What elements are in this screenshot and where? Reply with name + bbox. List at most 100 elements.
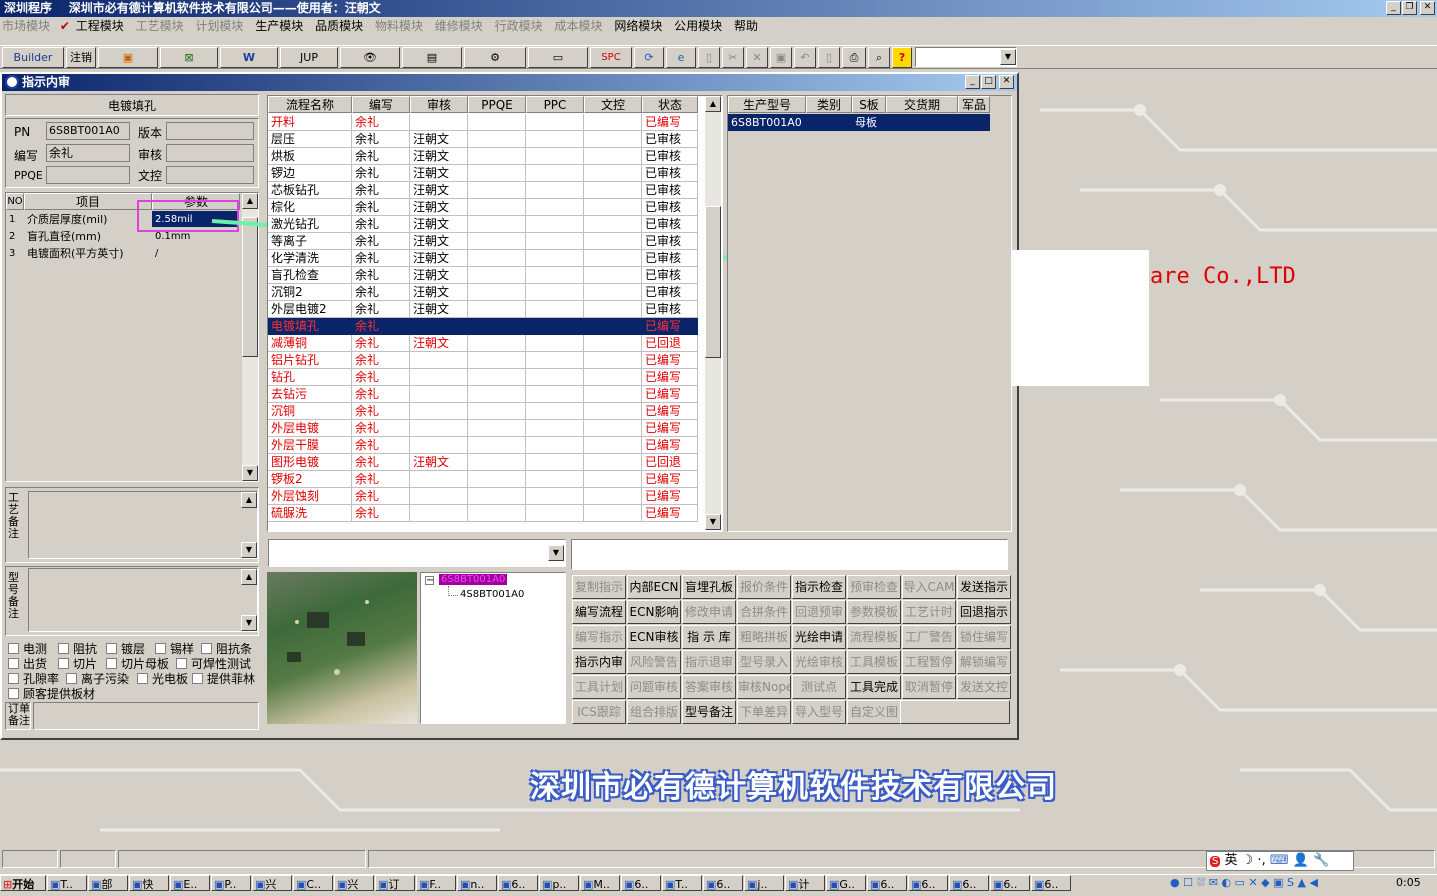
- model-header-4[interactable]: 军品: [958, 96, 990, 113]
- action-button[interactable]: 型号录入: [737, 650, 791, 674]
- new-icon[interactable]: ▯: [698, 47, 720, 68]
- flow-row[interactable]: 棕化 余礼 汪朝文 已审核: [268, 199, 698, 216]
- taskbar-item[interactable]: ▣P..: [211, 875, 251, 891]
- undo-icon[interactable]: ↶: [794, 47, 816, 68]
- model-header-3[interactable]: 交货期: [886, 96, 958, 113]
- command-input[interactable]: [571, 539, 1008, 570]
- taskbar-item[interactable]: ▣G..: [826, 875, 866, 891]
- taskbar-item[interactable]: ▣部: [88, 875, 128, 891]
- version-field[interactable]: [166, 122, 254, 140]
- print-icon[interactable]: ⎙: [842, 47, 866, 68]
- checkbox-box[interactable]: [192, 673, 203, 684]
- save-icon[interactable]: ▣: [770, 47, 792, 68]
- taskbar-item[interactable]: ▣M..: [580, 875, 620, 891]
- taskbar-item[interactable]: ▣p..: [539, 875, 579, 891]
- checkbox-box[interactable]: [66, 673, 77, 684]
- action-button[interactable]: 指 示 库: [682, 625, 736, 649]
- menu-admin[interactable]: 行政模块: [495, 19, 543, 33]
- docreview-field[interactable]: [166, 166, 254, 184]
- flow-row[interactable]: 铝片钻孔 余礼 已编写: [268, 352, 698, 369]
- tree-collapse-icon[interactable]: −: [425, 576, 434, 586]
- menu-quality[interactable]: 品质模块: [315, 19, 363, 33]
- flow-row[interactable]: 等离子 余礼 汪朝文 已审核: [268, 233, 698, 250]
- flow-row[interactable]: 开料 余礼 已编写: [268, 114, 698, 131]
- action-button[interactable]: 光绘审核: [792, 650, 846, 674]
- action-button[interactable]: 审核Nope: [737, 675, 791, 699]
- taskbar-item[interactable]: ▣T..: [662, 875, 702, 891]
- model-cell[interactable]: [958, 114, 990, 131]
- toolbar-select[interactable]: ▼: [915, 47, 1017, 67]
- ie-icon[interactable]: e: [666, 47, 696, 68]
- action-button[interactable]: 工具计划: [572, 675, 626, 699]
- action-button[interactable]: 参数模板: [847, 600, 901, 624]
- model-header-2[interactable]: S板: [852, 96, 886, 113]
- flow-header-0[interactable]: 流程名称: [268, 96, 352, 113]
- checkbox-box[interactable]: [8, 673, 19, 684]
- taskbar-item[interactable]: ▣T..: [47, 875, 87, 891]
- child-restore-button[interactable]: □: [981, 75, 996, 89]
- minimize-button[interactable]: _: [1386, 1, 1401, 15]
- checkbox-12[interactable]: 提供菲林: [192, 670, 255, 687]
- action-button[interactable]: 复制指示: [572, 575, 626, 599]
- flow-scrollbar[interactable]: ▲ ▼: [705, 96, 721, 530]
- action-button[interactable]: 编写指示: [572, 625, 626, 649]
- database-icon[interactable]: ▤: [402, 47, 462, 68]
- action-button[interactable]: 下单差异: [737, 700, 791, 724]
- flow-row[interactable]: 锣边 余礼 汪朝文 已审核: [268, 165, 698, 182]
- order-remarks-field[interactable]: [33, 702, 259, 730]
- taskbar-item[interactable]: ▣6..: [867, 875, 907, 891]
- menu-engineering[interactable]: 工程模块: [76, 19, 124, 33]
- model-header-0[interactable]: 生产型号: [728, 96, 806, 113]
- checkbox-box[interactable]: [8, 658, 19, 669]
- builder-button[interactable]: Builder: [2, 47, 64, 68]
- child-close-button[interactable]: ✕: [999, 75, 1014, 89]
- action-button[interactable]: 工艺计时: [902, 600, 956, 624]
- action-button[interactable]: 粗略拼板: [737, 625, 791, 649]
- action-button[interactable]: 答案审核: [682, 675, 736, 699]
- flow-row[interactable]: 烘板 余礼 汪朝文 已审核: [268, 148, 698, 165]
- flow-row[interactable]: 减薄铜 余礼 汪朝文 已回退: [268, 335, 698, 352]
- jup-button[interactable]: JUP: [280, 47, 338, 68]
- flow-row[interactable]: 钻孔 余礼 已编写: [268, 369, 698, 386]
- action-button[interactable]: 回退预审: [792, 600, 846, 624]
- model-cell[interactable]: [806, 114, 852, 131]
- action-button[interactable]: ECN审核: [627, 625, 681, 649]
- checkbox-box[interactable]: [106, 658, 117, 669]
- action-button[interactable]: 指示检查: [792, 575, 846, 599]
- model-header-1[interactable]: 类别: [806, 96, 852, 113]
- menu-help[interactable]: 帮助: [734, 19, 758, 33]
- flow-row[interactable]: 去钻污 余礼 已编写: [268, 386, 698, 403]
- child-minimize-button[interactable]: _: [965, 75, 980, 89]
- action-button[interactable]: 指示退审: [682, 650, 736, 674]
- checkbox-box[interactable]: [176, 658, 187, 669]
- menu-maintenance[interactable]: 维修模块: [435, 19, 483, 33]
- menu-common[interactable]: 公用模块: [674, 19, 722, 33]
- menu-network[interactable]: 网络模块: [614, 19, 662, 33]
- taskbar-item[interactable]: ▣6..: [990, 875, 1030, 891]
- refresh-icon[interactable]: ⟳: [634, 47, 664, 68]
- flow-row[interactable]: 沉铜 余礼 已编写: [268, 403, 698, 420]
- flow-header-2[interactable]: 审核: [410, 96, 468, 113]
- menu-production[interactable]: 生产模块: [255, 19, 303, 33]
- checkbox-box[interactable]: [8, 643, 19, 654]
- action-button[interactable]: 导入CAM: [902, 575, 956, 599]
- taskbar-item[interactable]: ▣订: [375, 875, 415, 891]
- flow-combobox[interactable]: ▼: [268, 539, 566, 567]
- action-button[interactable]: 合拼条件: [737, 600, 791, 624]
- menu-craft[interactable]: 工艺模块: [136, 19, 184, 33]
- flow-row[interactable]: 盲孔检查 余礼 汪朝文 已审核: [268, 267, 698, 284]
- taskbar-item[interactable]: ▣6..: [621, 875, 661, 891]
- action-button[interactable]: 工具完成: [847, 675, 901, 699]
- flow-header-4[interactable]: PPC: [526, 96, 584, 113]
- checkbox-box[interactable]: [106, 643, 117, 654]
- review-field[interactable]: [166, 144, 254, 162]
- action-button[interactable]: 风险警告: [627, 650, 681, 674]
- help-icon[interactable]: ?: [892, 47, 912, 68]
- flow-row[interactable]: 锣板2 余礼 已编写: [268, 471, 698, 488]
- action-button[interactable]: 测试点: [792, 675, 846, 699]
- delete-icon[interactable]: ✕: [746, 47, 768, 68]
- flow-header-5[interactable]: 文控: [584, 96, 642, 113]
- checkbox-box[interactable]: [58, 643, 69, 654]
- taskbar-item[interactable]: ▣6..: [908, 875, 948, 891]
- taskbar-item[interactable]: ▣6..: [703, 875, 743, 891]
